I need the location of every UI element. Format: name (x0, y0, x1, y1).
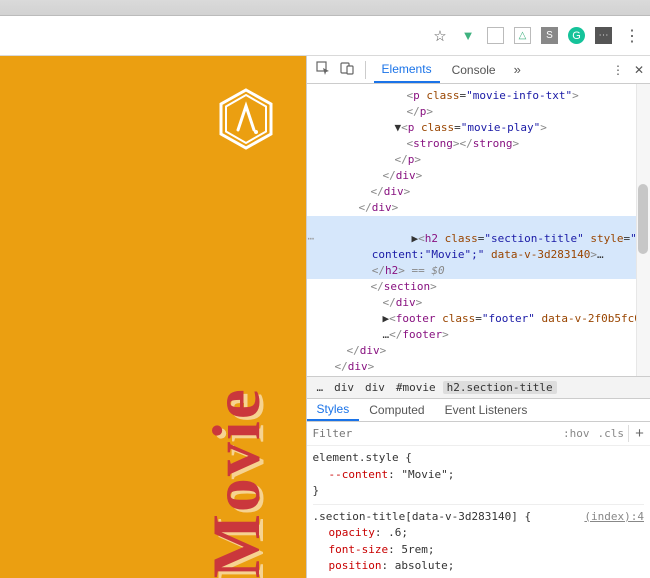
ext-icon-6[interactable]: ⋯ (595, 27, 612, 44)
source-link[interactable]: (index):4 (584, 509, 644, 526)
bc-item[interactable]: div (361, 381, 389, 394)
bc-item[interactable]: … (313, 381, 328, 394)
site-logo[interactable] (218, 88, 274, 153)
browser-menu-icon[interactable]: ⋮ (622, 26, 642, 46)
ext-icon-2[interactable] (487, 27, 504, 44)
styles-filter-input[interactable] (307, 427, 559, 440)
rule-element-style: element.style { --content: "Movie"; } (313, 450, 644, 505)
bc-item[interactable]: #movie (392, 381, 440, 394)
tabs-overflow-icon[interactable]: » (508, 62, 527, 77)
dom-scrollbar[interactable] (636, 84, 650, 376)
selected-node: ⋯▶<h2 class="section-title" style="-- (307, 216, 650, 248)
devtools-close-icon[interactable]: ✕ (634, 63, 644, 77)
devtools-menu-icon[interactable]: ⋮ (612, 63, 624, 77)
cls-toggle[interactable]: .cls (594, 427, 629, 440)
breadcrumb[interactable]: … div div #movie h2.section-title (307, 376, 650, 398)
bc-item[interactable]: div (330, 381, 358, 394)
styles-rules[interactable]: element.style { --content: "Movie"; } (i… (307, 446, 650, 578)
bc-item-selected[interactable]: h2.section-title (443, 381, 557, 394)
ext-icon-3[interactable]: △ (514, 27, 531, 44)
tab-computed[interactable]: Computed (359, 399, 434, 421)
inspect-icon[interactable] (313, 61, 333, 78)
tab-elements[interactable]: Elements (374, 56, 440, 83)
page-content: Movie (0, 56, 306, 578)
tab-event-listeners[interactable]: Event Listeners (435, 399, 538, 421)
extension-icons: ☆ ▼ △ S G ⋯ (431, 27, 612, 45)
grammarly-icon[interactable]: G (568, 27, 585, 44)
tab-strip (0, 0, 650, 16)
dom-tree[interactable]: <p class="movie-info-txt"> </p> ▼<p clas… (307, 84, 650, 376)
rule-section-title: (index):4 .section-title[data-v-3d283140… (313, 509, 644, 578)
styles-filter-row: :hov .cls + (307, 422, 650, 446)
star-icon[interactable]: ☆ (431, 27, 449, 45)
tab-console[interactable]: Console (444, 56, 504, 83)
tab-styles[interactable]: Styles (307, 399, 360, 421)
vue-icon[interactable]: ▼ (459, 27, 477, 45)
new-rule-button[interactable]: + (628, 425, 650, 442)
ext-icon-4[interactable]: S (541, 27, 558, 44)
hov-toggle[interactable]: :hov (559, 427, 594, 440)
section-title: Movie (197, 387, 276, 578)
devtools-tabbar: Elements Console » ⋮ ✕ (307, 56, 650, 84)
devtools-panel: Elements Console » ⋮ ✕ <p class="movie-i… (306, 56, 650, 578)
styles-tabbar: Styles Computed Event Listeners (307, 398, 650, 422)
browser-toolbar: ☆ ▼ △ S G ⋯ ⋮ (0, 16, 650, 56)
device-toggle-icon[interactable] (337, 61, 357, 78)
